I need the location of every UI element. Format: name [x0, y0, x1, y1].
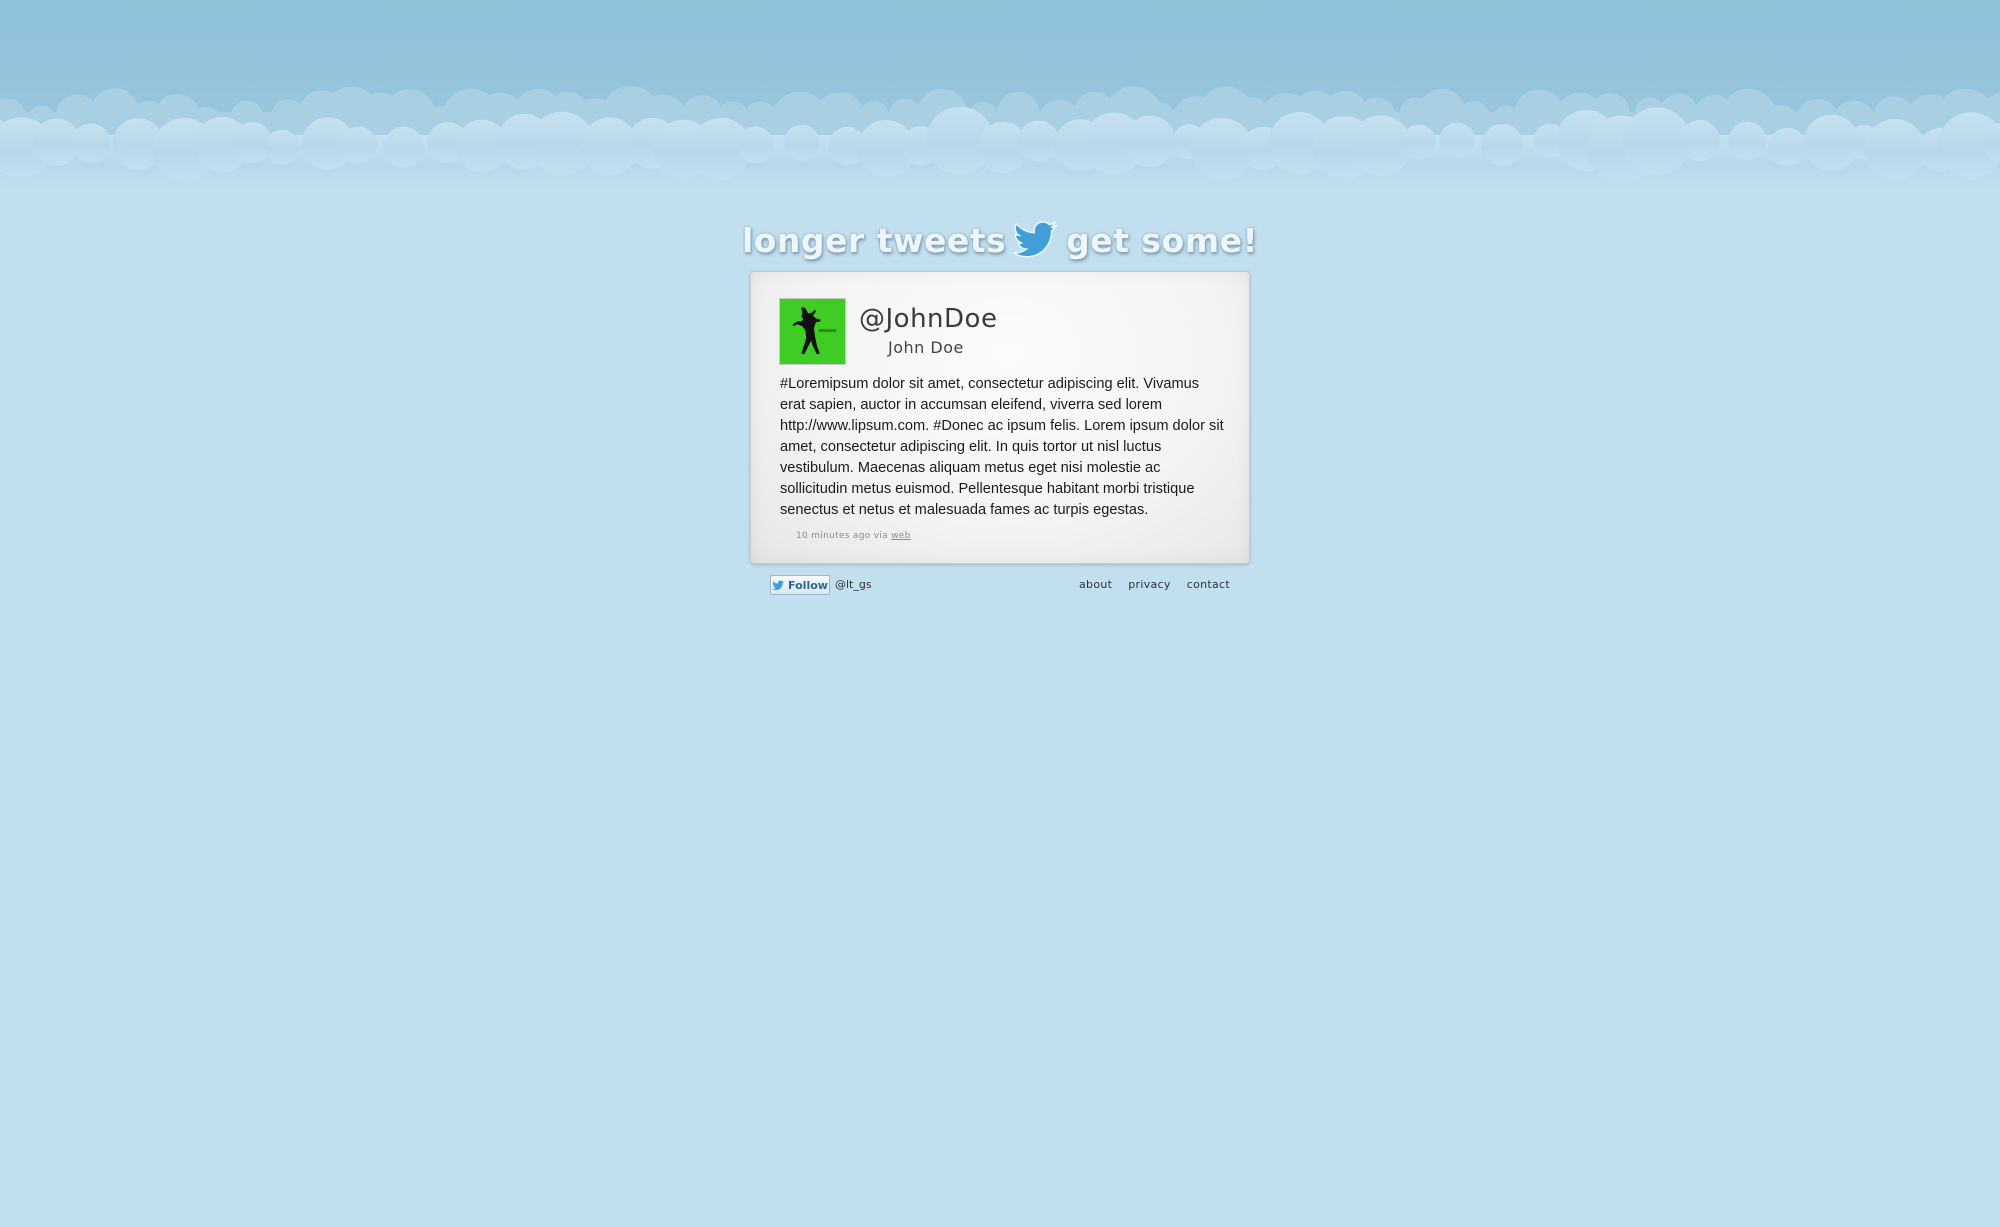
cloud-puff — [71, 123, 111, 163]
tweet-text: #Loremipsum dolor sit amet, consectetur … — [780, 376, 1224, 518]
cloud-puff — [339, 126, 378, 165]
footer-link-about[interactable]: about — [1079, 578, 1112, 591]
tweet-timestamp: 10 minutes ago via — [796, 531, 888, 541]
cloud-puff — [1679, 119, 1720, 161]
tweet-source-link[interactable]: web — [891, 531, 911, 541]
logo-text-left: longer tweets — [741, 220, 1007, 260]
cloud-puff — [737, 126, 774, 164]
footer-links: about privacy contact — [1079, 578, 1230, 591]
twitter-bird-icon — [772, 580, 784, 590]
cloud-puff — [264, 129, 300, 165]
page-footer: Follow @lt_gs about privacy contact — [770, 574, 1230, 598]
follow-button-label: Follow — [788, 578, 828, 592]
follow-button[interactable]: Follow — [770, 575, 830, 595]
cloud-puff — [1728, 121, 1767, 160]
follow-handle-link[interactable]: @lt_gs — [835, 578, 872, 591]
cloud-puff — [1124, 115, 1176, 167]
user-avatar-silhouette-icon — [780, 299, 845, 364]
cloud-puff — [1768, 127, 1807, 166]
user-avatar[interactable] — [779, 298, 846, 365]
cloud-puff — [1439, 122, 1475, 159]
logo-text-right: get some! — [1066, 220, 1259, 260]
twitter-bird-icon — [1013, 220, 1059, 258]
footer-link-privacy[interactable]: privacy — [1128, 578, 1170, 591]
site-logo: longer tweets get some! — [0, 210, 2000, 270]
cloud-puff — [1018, 120, 1059, 162]
cloud-puff — [783, 124, 820, 161]
user-full-name: John Doe — [888, 338, 964, 357]
footer-link-contact[interactable]: contact — [1187, 578, 1230, 591]
cloud-sky-banner — [0, 0, 2000, 190]
cloud-puff — [1401, 124, 1437, 160]
tweet-meta: 10 minutes ago via web — [796, 531, 911, 541]
tweet-card: @JohnDoe John Doe #Loremipsum dolor sit … — [750, 271, 1250, 564]
cloud-puff — [1481, 124, 1524, 167]
user-handle[interactable]: @JohnDoe — [859, 304, 997, 334]
cloud-puff — [1863, 118, 1926, 181]
cloud-puff — [383, 126, 424, 168]
